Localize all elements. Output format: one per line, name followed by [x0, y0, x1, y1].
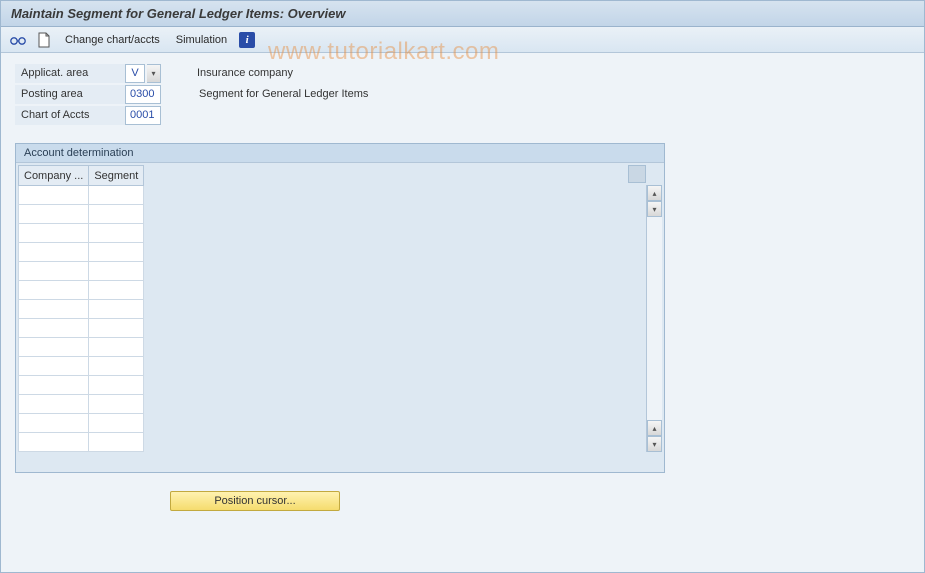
applicat-area-label: Applicat. area: [15, 64, 125, 83]
cell-segment[interactable]: [89, 300, 144, 319]
scroll-step-down-icon[interactable]: ▾: [647, 201, 662, 217]
toolbar: Change chart/accts Simulation i: [1, 27, 924, 53]
chart-of-accts-label: Chart of Accts: [15, 106, 125, 125]
cell-company[interactable]: [19, 395, 89, 414]
table-row[interactable]: [19, 395, 144, 414]
content-area: Applicat. area V ▾ Insurance company Pos…: [1, 53, 924, 572]
scroll-step-up-icon[interactable]: ▴: [647, 420, 662, 436]
field-chart-of-accts: Chart of Accts 0001: [15, 105, 910, 125]
cell-segment[interactable]: [89, 357, 144, 376]
table-row[interactable]: [19, 281, 144, 300]
cell-company[interactable]: [19, 319, 89, 338]
cell-company[interactable]: [19, 300, 89, 319]
posting-area-label: Posting area: [15, 85, 125, 104]
cell-company[interactable]: [19, 338, 89, 357]
table-row[interactable]: [19, 224, 144, 243]
title-bar: Maintain Segment for General Ledger Item…: [1, 1, 924, 27]
cell-company[interactable]: [19, 414, 89, 433]
account-determination-panel: Account determination Company ... Segmen…: [15, 143, 665, 473]
cell-company[interactable]: [19, 262, 89, 281]
cell-segment[interactable]: [89, 224, 144, 243]
applicat-area-value[interactable]: V: [125, 64, 145, 83]
col-company-header[interactable]: Company ...: [19, 166, 89, 186]
table-row[interactable]: [19, 376, 144, 395]
cell-segment[interactable]: [89, 319, 144, 338]
cell-segment[interactable]: [89, 281, 144, 300]
cell-company[interactable]: [19, 376, 89, 395]
cell-company[interactable]: [19, 224, 89, 243]
cell-segment[interactable]: [89, 414, 144, 433]
cell-company[interactable]: [19, 357, 89, 376]
table-row[interactable]: [19, 262, 144, 281]
table-row[interactable]: [19, 186, 144, 205]
applicat-area-dropdown[interactable]: ▾: [147, 64, 161, 83]
simulation-button[interactable]: Simulation: [172, 32, 231, 48]
cell-company[interactable]: [19, 205, 89, 224]
table-row[interactable]: [19, 300, 144, 319]
table-wrap: Company ... Segment ▴ ▾ ▴ ▾: [18, 165, 662, 452]
page-title: Maintain Segment for General Ledger Item…: [11, 6, 345, 21]
position-cursor-button[interactable]: Position cursor...: [170, 491, 340, 511]
cell-segment[interactable]: [89, 338, 144, 357]
posting-area-desc: Segment for General Ledger Items: [191, 86, 376, 102]
table-row[interactable]: [19, 338, 144, 357]
table-row[interactable]: [19, 243, 144, 262]
change-chart-button[interactable]: Change chart/accts: [61, 32, 164, 48]
cell-company[interactable]: [19, 433, 89, 452]
table-row[interactable]: [19, 205, 144, 224]
cell-segment[interactable]: [89, 376, 144, 395]
header-fields: Applicat. area V ▾ Insurance company Pos…: [15, 63, 910, 125]
cell-company[interactable]: [19, 243, 89, 262]
field-posting-area: Posting area 0300 Segment for General Le…: [15, 84, 910, 104]
table-row[interactable]: [19, 433, 144, 452]
table-spacer: [144, 165, 646, 452]
cell-segment[interactable]: [89, 262, 144, 281]
cell-segment[interactable]: [89, 395, 144, 414]
field-applicat-area: Applicat. area V ▾ Insurance company: [15, 63, 910, 83]
table-row[interactable]: [19, 414, 144, 433]
panel-title: Account determination: [16, 144, 664, 163]
new-page-icon[interactable]: [35, 31, 53, 49]
scroll-down-icon[interactable]: ▾: [647, 436, 662, 452]
table-row[interactable]: [19, 357, 144, 376]
col-segment-header[interactable]: Segment: [89, 166, 144, 186]
info-icon[interactable]: i: [239, 32, 255, 48]
scroll-track[interactable]: [647, 217, 662, 420]
chart-of-accts-value[interactable]: 0001: [125, 106, 161, 125]
posting-area-value[interactable]: 0300: [125, 85, 161, 104]
cell-segment[interactable]: [89, 433, 144, 452]
applicat-area-desc: Insurance company: [189, 65, 301, 81]
cell-company[interactable]: [19, 186, 89, 205]
glasses-icon[interactable]: [9, 31, 27, 49]
cell-company[interactable]: [19, 281, 89, 300]
cell-segment[interactable]: [89, 205, 144, 224]
cell-segment[interactable]: [89, 243, 144, 262]
table-corner-config[interactable]: [628, 165, 646, 183]
account-table: Company ... Segment: [18, 165, 144, 452]
vertical-scrollbar[interactable]: ▴ ▾ ▴ ▾: [646, 185, 662, 452]
cell-segment[interactable]: [89, 186, 144, 205]
table-row[interactable]: [19, 319, 144, 338]
scroll-up-icon[interactable]: ▴: [647, 185, 662, 201]
